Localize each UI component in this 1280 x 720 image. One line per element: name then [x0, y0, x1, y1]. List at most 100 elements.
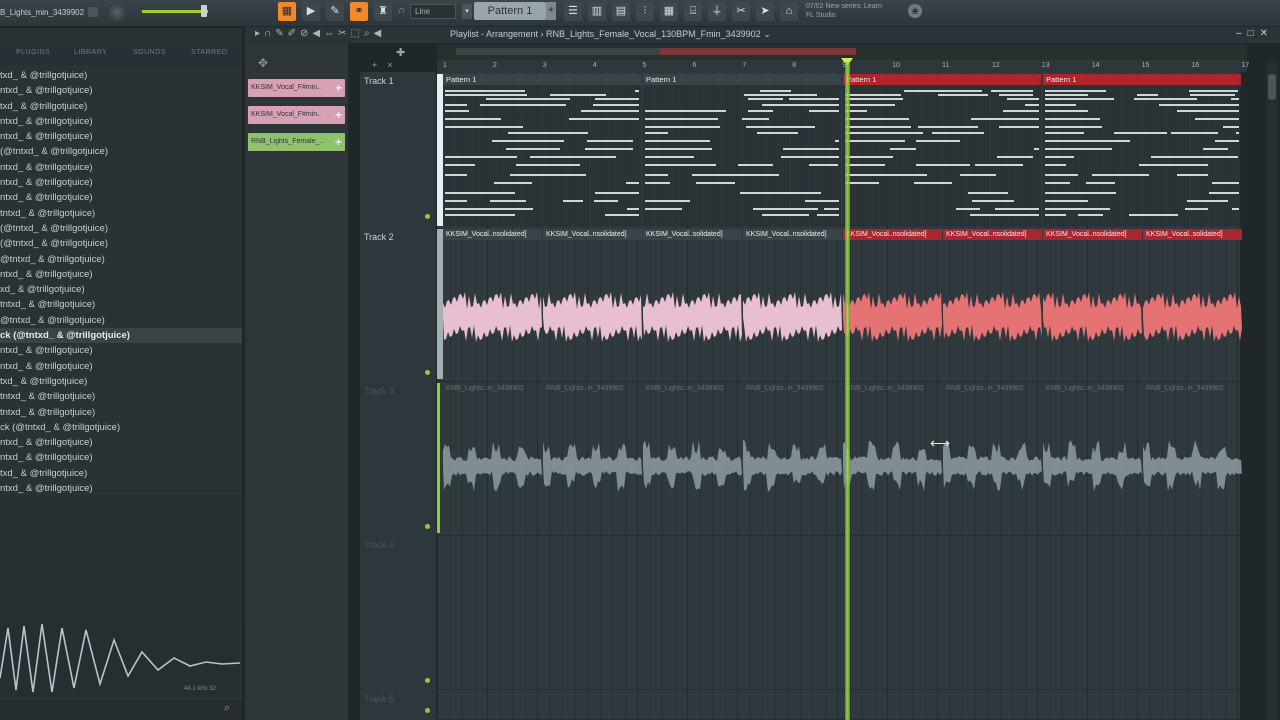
browser-item[interactable]: txd_ & @trillgotjuice)	[0, 466, 242, 481]
track-header-name[interactable]: Track 4	[360, 540, 436, 550]
audio-clip[interactable]: RNB_Lights..in_3439902	[1143, 383, 1242, 533]
browser-item[interactable]: ntxd_ & @trillgotjuice)	[0, 129, 242, 144]
loop-region-marker[interactable]	[660, 48, 856, 55]
browser-item[interactable]: ntxd_ & @trillgotjuice)	[0, 83, 242, 98]
playback-icon[interactable]: ◀	[374, 28, 386, 39]
tab-plugins[interactable]: PLUGINS	[16, 49, 50, 56]
browser-item[interactable]: ntxd_ & @trillgotjuice)	[0, 190, 242, 205]
fl-studio-logo-icon[interactable]: ❀	[908, 4, 922, 18]
browser-item[interactable]: ntxd_ & @trillgotjuice)	[0, 450, 242, 465]
pattern-clip[interactable]: Pattern 1	[1043, 74, 1241, 226]
picker-clip[interactable]: RNB_Lights_Female_.. +	[248, 133, 345, 151]
close-icon[interactable]: ✕	[1260, 28, 1274, 39]
tab-starred[interactable]: STARRED	[191, 49, 227, 56]
pattern-clip[interactable]: Pattern 1	[643, 74, 841, 226]
audio-clip[interactable]: RNB_Lights..in_3439902	[743, 383, 842, 533]
search-icon[interactable]: ⌕	[224, 702, 237, 715]
audio-clip[interactable]: KKSIM_Vocal..nsolidated]	[443, 229, 542, 379]
tab-library[interactable]: LIBRARY	[74, 49, 107, 56]
browser-item[interactable]: txd_ & @trillgotjuice)	[0, 99, 242, 114]
snap-select[interactable]: Line	[410, 4, 456, 19]
play-icon[interactable]: ▶	[302, 2, 320, 21]
audio-clip[interactable]: RNB_Lights..in_3439902	[843, 383, 942, 533]
audio-clip[interactable]: KKSIM_Vocal..nsolidated]	[843, 229, 942, 379]
picker-clip[interactable]: KKSIM_Vocal_F#min.. +	[248, 79, 345, 97]
browser-item[interactable]: @tntxd_ & @trillgotjuice)	[0, 313, 242, 328]
browser-item[interactable]: ntxd_ & @trillgotjuice)	[0, 343, 242, 358]
audio-clip[interactable]: KKSIM_Vocal..nsolidated]	[1043, 229, 1142, 379]
audio-clip[interactable]: RNB_Lights..in_3439902	[643, 383, 742, 533]
pattern-clip[interactable]: Pattern 1	[443, 74, 641, 226]
add-pattern-icon[interactable]: +	[546, 2, 556, 20]
send-icon[interactable]: ➤	[756, 2, 774, 21]
news-panel[interactable]: 07/02 New series: Learn FL Studio	[806, 2, 882, 20]
browser-item[interactable]: ck (@tntxd_ & @trillgotjuice)	[0, 420, 242, 435]
master-volume-thumb[interactable]	[201, 5, 207, 17]
browser-item[interactable]: (@tntxd_ & @trillgotjuice)	[0, 236, 242, 251]
track-mute-indicator[interactable]	[425, 214, 430, 219]
audio-clip[interactable]: RNB_Lights..in_3439902	[443, 383, 542, 533]
paint-icon[interactable]: ✐	[288, 28, 300, 39]
browser-item[interactable]: txd_ & @trillgotjuice)	[0, 374, 242, 389]
plugin-icon[interactable]: ⏚	[708, 2, 726, 21]
vertical-scrollbar-thumb[interactable]	[1268, 74, 1276, 100]
playlist-icon[interactable]: ☰	[564, 2, 582, 21]
browser-item[interactable]: tntxd_ & @trillgotjuice)	[0, 405, 242, 420]
browser-item[interactable]: ntxd_ & @trillgotjuice)	[0, 114, 242, 129]
browser-item[interactable]: ntxd_ & @trillgotjuice)	[0, 160, 242, 175]
track-mute-indicator[interactable]	[425, 678, 430, 683]
browser-item[interactable]: ntxd_ & @trillgotjuice)	[0, 175, 242, 190]
pattern-clip[interactable]: Pattern 1	[843, 74, 1041, 226]
shop-icon[interactable]: ⌂	[780, 2, 798, 21]
track-header-name[interactable]: Track 2	[360, 232, 436, 242]
audio-clip[interactable]: KKSIM_Vocal..solidated]	[643, 229, 742, 379]
browser-item[interactable]: @tntxd_ & @trillgotjuice)	[0, 252, 242, 267]
browser-icon[interactable]: ⌸	[684, 2, 702, 21]
master-pitch-knob[interactable]	[108, 3, 126, 21]
channel-rack-icon[interactable]: ▤	[612, 2, 630, 21]
tab-sounds[interactable]: SOUNDS	[133, 49, 166, 56]
track-lane[interactable]	[437, 536, 1240, 690]
browser-item[interactable]: tntxd_ & @trillgotjuice)	[0, 206, 242, 221]
vertical-scrollbar[interactable]	[1266, 60, 1278, 720]
pencil-icon[interactable]: ✎	[326, 2, 344, 21]
add-clip-icon[interactable]: +	[335, 79, 342, 97]
pattern-selector[interactable]: Pattern 1	[474, 2, 546, 20]
audio-clip[interactable]: KKSIM_Vocal..nsolidated]	[943, 229, 1042, 379]
minimize-icon[interactable]: –	[1236, 28, 1248, 39]
track-mute-indicator[interactable]	[425, 524, 430, 529]
slice-icon[interactable]: ✂	[338, 28, 350, 39]
browser-item[interactable]: (@tntxd_ & @trillgotjuice)	[0, 221, 242, 236]
audio-clip[interactable]: KKSIM_Vocal..solidated]	[1143, 229, 1242, 379]
delete-icon[interactable]: ⊘	[300, 28, 312, 39]
audio-clip[interactable]: RNB_Lights..in_3439902	[943, 383, 1042, 533]
browser-item[interactable]: tntxd_ & @trillgotjuice)	[0, 297, 242, 312]
browser-item[interactable]: ntxd_ & @trillgotjuice)	[0, 359, 242, 374]
browser-item[interactable]: txd_ & @trillgotjuice)	[0, 68, 242, 83]
arrangement-name[interactable]: RNB_Lights_Female_Vocal_130BPM_Fmin_3439…	[546, 29, 761, 39]
step-sequencer-icon[interactable]: ▦	[660, 2, 678, 21]
add-icon[interactable]: ✚	[396, 46, 405, 59]
maximize-icon[interactable]: □	[1248, 28, 1260, 39]
snap-icon[interactable]: ∩	[264, 28, 275, 39]
pattern-song-toggle-icon[interactable]: ▦	[278, 2, 296, 21]
track-mute-indicator[interactable]	[425, 708, 430, 713]
mixer-icon[interactable]: ⫶	[636, 2, 654, 21]
draw-icon[interactable]: ✎	[275, 28, 287, 39]
picker-clip[interactable]: KKSIM_Vocal_F#min.. +	[248, 106, 345, 124]
track-lane[interactable]	[437, 690, 1240, 720]
add-clip-icon[interactable]: +	[335, 133, 342, 151]
track-header-name[interactable]: Track 5	[360, 694, 436, 704]
metronome-icon[interactable]: ♜	[374, 2, 392, 21]
tools-icon[interactable]: ✂	[732, 2, 750, 21]
audio-clip[interactable]: RNB_Lights..in_3439902	[1043, 383, 1142, 533]
browser-item[interactable]: ntxd_ & @trillgotjuice)	[0, 435, 242, 450]
add-clip-icon[interactable]: +	[335, 106, 342, 124]
track-header-name[interactable]: Track 3	[360, 386, 436, 396]
track-mute-indicator[interactable]	[425, 370, 430, 375]
snap-magnet-icon[interactable]: ∩	[398, 5, 405, 16]
zoom-icon[interactable]: ⌕	[364, 28, 374, 39]
save-icon[interactable]	[88, 7, 98, 17]
menu-arrow-icon[interactable]: ▸	[255, 28, 264, 39]
browser-item[interactable]: (@tntxd_ & @trillgotjuice)	[0, 144, 242, 159]
